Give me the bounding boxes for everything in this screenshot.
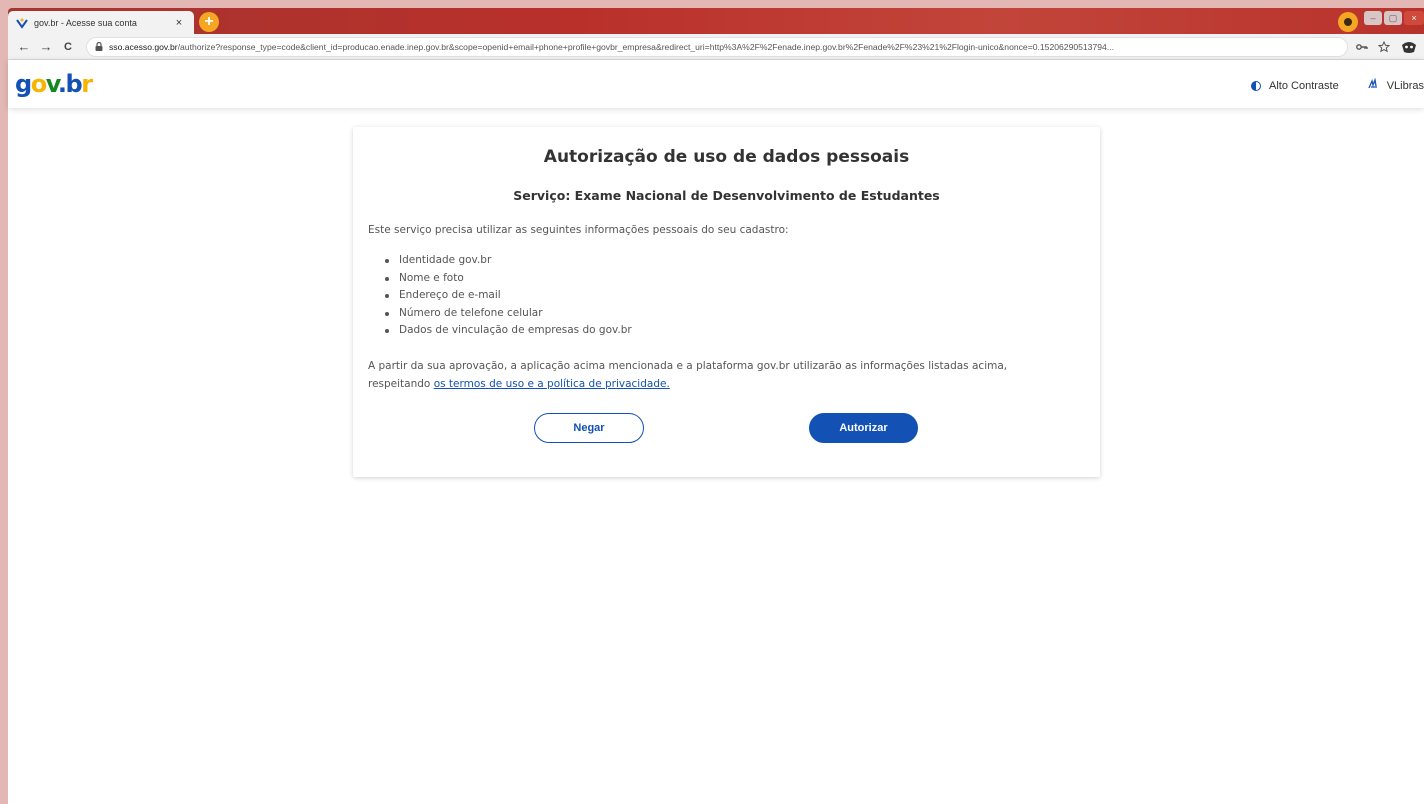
card-title: Autorização de uso de dados pessoais [543, 147, 910, 167]
list-item: Dados de vinculação de empresas do gov.b… [385, 322, 632, 340]
high-contrast-toggle[interactable]: Alto Contraste [1251, 80, 1339, 92]
restore-icon[interactable]: ▢ [1384, 11, 1402, 25]
address-bar[interactable]: sso.acesso.gov.br /authorize?response_ty… [86, 36, 1348, 57]
url-host: sso.acesso.gov.br [109, 41, 178, 52]
page: gov.br Alto Contraste VLibras Autorizaçã… [8, 60, 1424, 804]
minimize-icon[interactable]: – [1364, 11, 1382, 25]
list-item: Endereço de e-mail [385, 287, 632, 305]
govbr-logo[interactable]: gov.br [15, 72, 93, 96]
govbr-favicon-icon [16, 17, 28, 29]
vlibras-label: VLibras [1386, 79, 1424, 92]
back-icon[interactable]: ← [14, 37, 34, 57]
authorization-card: Autorização de uso de dados pessoais Ser… [353, 127, 1100, 477]
sign-language-icon [1367, 77, 1379, 93]
list-item: Número de telefone celular [385, 305, 632, 323]
service-name: Serviço: Exame Nacional de Desenvolvimen… [513, 188, 940, 203]
key-icon[interactable] [1356, 43, 1368, 51]
lock-icon[interactable] [95, 42, 103, 51]
new-tab-button[interactable]: + [199, 12, 219, 32]
deny-button[interactable]: Negar [534, 413, 644, 443]
data-list: Identidade gov.br Nome e foto Endereço d… [385, 252, 632, 340]
terms-link[interactable]: os termos de uso e a política de privaci… [434, 378, 670, 390]
window-close-icon[interactable]: × [1404, 11, 1424, 25]
extension-icon[interactable] [1400, 38, 1418, 56]
site-header: gov.br Alto Contraste VLibras [8, 60, 1424, 108]
reload-icon[interactable]: C [58, 37, 78, 57]
tab-title: gov.br - Acesse sua conta [34, 17, 137, 28]
list-item: Identidade gov.br [385, 252, 632, 270]
intro-text: Este serviço precisa utilizar as seguint… [368, 224, 789, 236]
browser-tab[interactable]: gov.br - Acesse sua conta × [8, 11, 194, 34]
consent-note: A partir da sua aprovação, a aplicação a… [368, 358, 1068, 393]
authorize-button[interactable]: Autorizar [809, 413, 918, 443]
forward-icon[interactable]: → [36, 37, 56, 57]
browser-toolbar: ← → C sso.acesso.gov.br /authorize?respo… [8, 34, 1424, 60]
vlibras-toggle[interactable]: VLibras [1367, 77, 1424, 93]
contrast-icon [1251, 80, 1261, 91]
profile-icon[interactable] [1338, 12, 1358, 32]
list-item: Nome e foto [385, 270, 632, 288]
star-icon[interactable] [1378, 40, 1390, 53]
tab-close-icon[interactable]: × [172, 17, 186, 29]
high-contrast-label: Alto Contraste [1269, 79, 1339, 92]
url-path: /authorize?response_type=code&client_id=… [177, 41, 1114, 52]
window-controls: – ▢ × [1364, 11, 1424, 27]
browser-titlebar [8, 8, 1424, 34]
